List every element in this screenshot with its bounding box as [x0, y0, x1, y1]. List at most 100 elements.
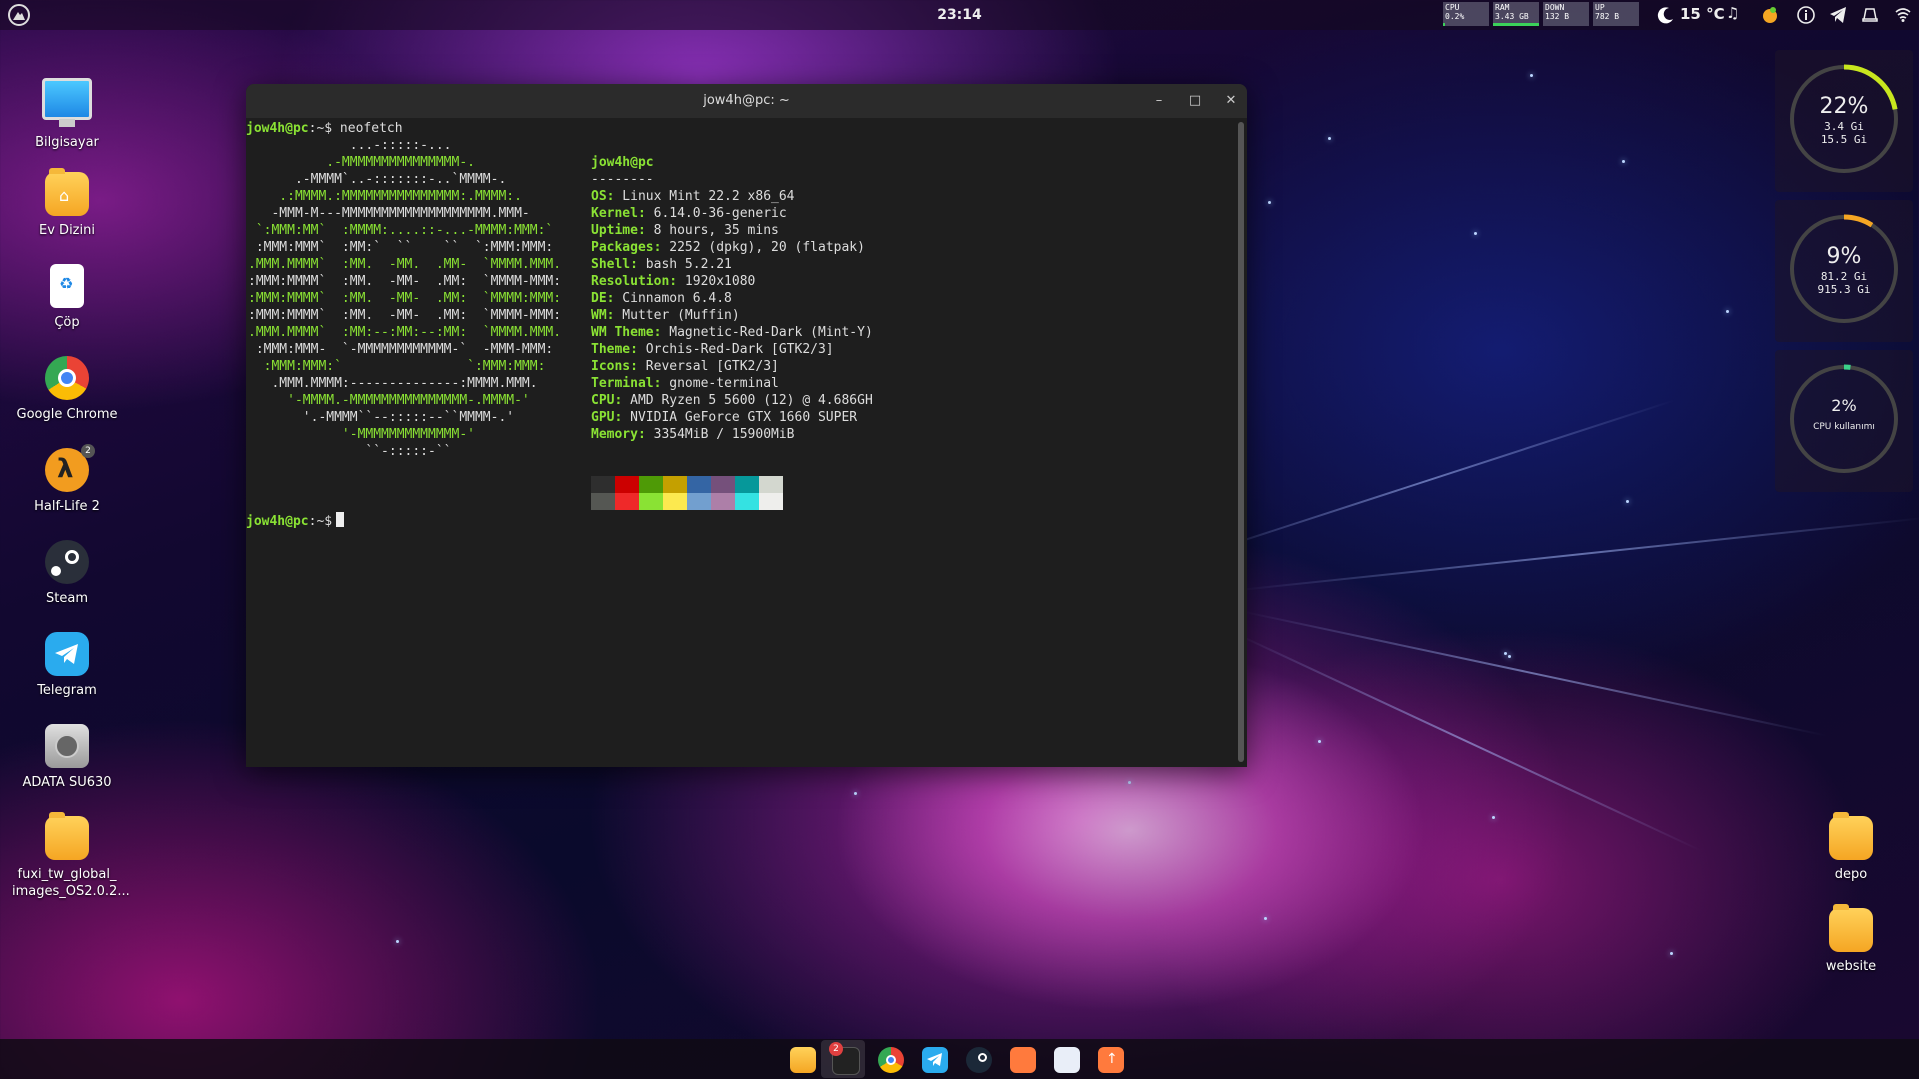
info-value: Linux Mint 22.2 x86_64 — [622, 189, 795, 204]
ascii-line: .:MMMM.:MMMMMMMMMMMMMMM:.MMMM:. — [279, 189, 522, 204]
info-value: Cinnamon 6.4.8 — [622, 291, 732, 306]
desktop-icon-home[interactable]: ⌂ Ev Dizini — [12, 168, 122, 239]
update-icon[interactable]: ↑ — [1098, 1047, 1124, 1073]
steam-icon — [45, 540, 89, 584]
wifi-icon[interactable] — [1895, 5, 1911, 27]
telegram-tray-icon[interactable] — [1828, 5, 1848, 27]
desktop-icon-drive[interactable]: ADATA SU630 — [12, 724, 122, 791]
info-key: WM: — [591, 308, 615, 323]
moon-icon[interactable] — [1656, 5, 1676, 27]
desktop-icon-trash[interactable]: ♻ Çöp — [12, 264, 122, 331]
ascii-line: '-MMMM.-MMMMMMMMMMMMMMM-.MMMM-' — [287, 393, 530, 408]
half-life-icon: λ 2 — [45, 444, 95, 492]
terminal-output[interactable]: jow4h@pc:~$ neofetch ...-:::::-... .-MMM… — [246, 118, 1247, 767]
ascii-logo: ...-:::::-... .-MMMMMMMMMMMMMMM-. .-MMMM… — [248, 137, 561, 460]
download-monitor[interactable]: DOWN 132 B — [1543, 2, 1589, 26]
info-icon[interactable] — [1796, 5, 1816, 27]
info-key: CPU: — [591, 393, 623, 408]
home-folder-icon: ⌂ — [45, 168, 89, 216]
menu-button[interactable] — [8, 4, 30, 26]
info-key: GPU: — [591, 410, 623, 425]
files-icon[interactable] — [790, 1047, 816, 1073]
cpu-widget[interactable]: 2% CPU kullanımı — [1775, 350, 1913, 492]
ascii-line: :MMM:MMMM` :MM. -MM- .MM: `MMMM:MMM: — [248, 291, 562, 306]
system-info: jow4h@pc -------- OS: Linux Mint 22.2 x8… — [591, 155, 873, 442]
info-value: AMD Ryzen 5 5600 (12) @ 4.686GH — [630, 393, 873, 408]
upload-monitor[interactable]: UP 782 B — [1593, 2, 1639, 26]
trash-icon: ♻ — [50, 264, 84, 308]
minimize-button[interactable]: – — [1150, 92, 1168, 110]
palette-swatch — [711, 493, 735, 510]
info-key: OS: — [591, 189, 615, 204]
active-prompt[interactable]: jow4h@pc:~$ — [246, 512, 345, 530]
steam-icon[interactable] — [966, 1047, 992, 1073]
telegram-icon[interactable] — [922, 1047, 948, 1073]
fruit-icon[interactable] — [1760, 5, 1780, 27]
info-key: WM Theme: — [591, 325, 662, 340]
memory-widget[interactable]: 22% 3.4 Gi 15.5 Gi — [1775, 50, 1913, 192]
shop-icon[interactable] — [1010, 1047, 1036, 1073]
drive-icon — [45, 724, 89, 768]
top-panel: 23:14 CPU 0.2% RAM 3.43 GB DOWN 132 B UP 782… — [0, 0, 1919, 30]
terminal-icon[interactable]: 2 — [829, 1042, 860, 1075]
ascii-line: .MMM.MMMM` :MM:--:MM:--:MM: `MMMM.MMM. — [248, 325, 562, 340]
folder-icon — [1829, 812, 1873, 860]
info-value: 2252 (dpkg), 20 (flatpak) — [669, 240, 865, 255]
palette-swatch — [711, 476, 735, 493]
desktop-icon-computer[interactable]: Bilgisayar — [12, 78, 122, 151]
folder-icon — [1829, 904, 1873, 952]
desktop-icon-steam[interactable]: Steam — [12, 540, 122, 607]
ascii-line: '.-MMMM``--:::::--``MMMM-.' — [302, 410, 515, 425]
palette-swatch — [591, 493, 615, 510]
cpu-gauge — [1789, 364, 1899, 474]
info-value: 8 hours, 35 mins — [653, 223, 779, 238]
mountain-icon — [13, 12, 25, 20]
palette-swatch — [687, 476, 711, 493]
chrome-icon[interactable] — [878, 1047, 904, 1073]
desktop-icon-telegram[interactable]: Telegram — [12, 632, 122, 699]
dock: 2 ↑ — [0, 1039, 1919, 1079]
info-key: Shell: — [591, 257, 638, 272]
terminal-window[interactable]: jow4h@pc: ~ – □ ✕ jow4h@pc:~$ neofetch .… — [246, 84, 1247, 767]
folder-icon — [45, 812, 89, 860]
info-value: Mutter (Muffin) — [622, 308, 740, 323]
color-palette — [591, 476, 783, 510]
app-icon[interactable] — [1054, 1047, 1080, 1073]
info-value: 1920x1080 — [684, 274, 756, 289]
terminal-titlebar[interactable]: jow4h@pc: ~ – □ ✕ — [246, 84, 1247, 118]
info-key: Resolution: — [591, 274, 678, 289]
desktop-icon-fuxi-folder[interactable]: fuxi_tw_global_ images_OS2.0.2... — [12, 812, 130, 900]
info-value: Reversal [GTK2/3] — [645, 359, 779, 374]
desktop-icon-depo[interactable]: depo — [1796, 812, 1906, 883]
weather-temp[interactable]: 15 °C — [1680, 5, 1725, 23]
disk-gauge — [1789, 214, 1899, 324]
notifications-icon[interactable] — [1860, 5, 1880, 27]
ascii-line: :MMM:MMM` :MM:` `` `` `:MMM:MMM: — [255, 240, 554, 255]
ascii-line: -MMM-M---MMMMMMMMMMMMMMMMMMM.MMM- — [271, 206, 530, 221]
desktop-icon-half-life[interactable]: λ 2 Half-Life 2 — [12, 444, 122, 515]
scrollbar[interactable] — [1238, 122, 1244, 762]
ascii-line: :MMM:MMMM` :MM. -MM- .MM: `MMMM-MMM: — [248, 308, 562, 323]
ascii-line: .MMM.MMMM` :MM. -MM. .MM- `MMMM.MMM. — [248, 257, 562, 272]
close-button[interactable]: ✕ — [1222, 92, 1240, 110]
desktop-icon-chrome[interactable]: Google Chrome — [12, 356, 122, 423]
palette-swatch — [639, 476, 663, 493]
computer-icon — [42, 78, 92, 127]
palette-swatch — [735, 493, 759, 510]
ascii-line: `:MMM:MM` :MMMM:....::-...-MMMM:MMM:` — [255, 223, 554, 238]
desktop-icon-website[interactable]: website — [1796, 904, 1906, 975]
ascii-line: :MMM:MMM:` `:MMM:MMM: — [263, 359, 546, 374]
command-line: jow4h@pc:~$ neofetch — [246, 121, 403, 136]
ascii-line: .-MMMM`..-:::::::-..`MMMM-. — [294, 172, 507, 187]
maximize-button[interactable]: □ — [1186, 92, 1204, 110]
clock[interactable]: 23:14 — [937, 7, 982, 23]
palette-swatch — [687, 493, 711, 510]
music-icon[interactable]: ♫ — [1726, 4, 1739, 26]
badge: 2 — [81, 444, 95, 458]
palette-swatch — [615, 493, 639, 510]
info-key: DE: — [591, 291, 615, 306]
ram-monitor[interactable]: RAM 3.43 GB — [1493, 2, 1539, 26]
disk-widget[interactable]: 9% 81.2 Gi 915.3 Gi — [1775, 200, 1913, 342]
cpu-monitor[interactable]: CPU 0.2% — [1443, 2, 1489, 26]
ascii-line: .MMM.MMMM:--------------:MMMM.MMM. — [271, 376, 538, 391]
